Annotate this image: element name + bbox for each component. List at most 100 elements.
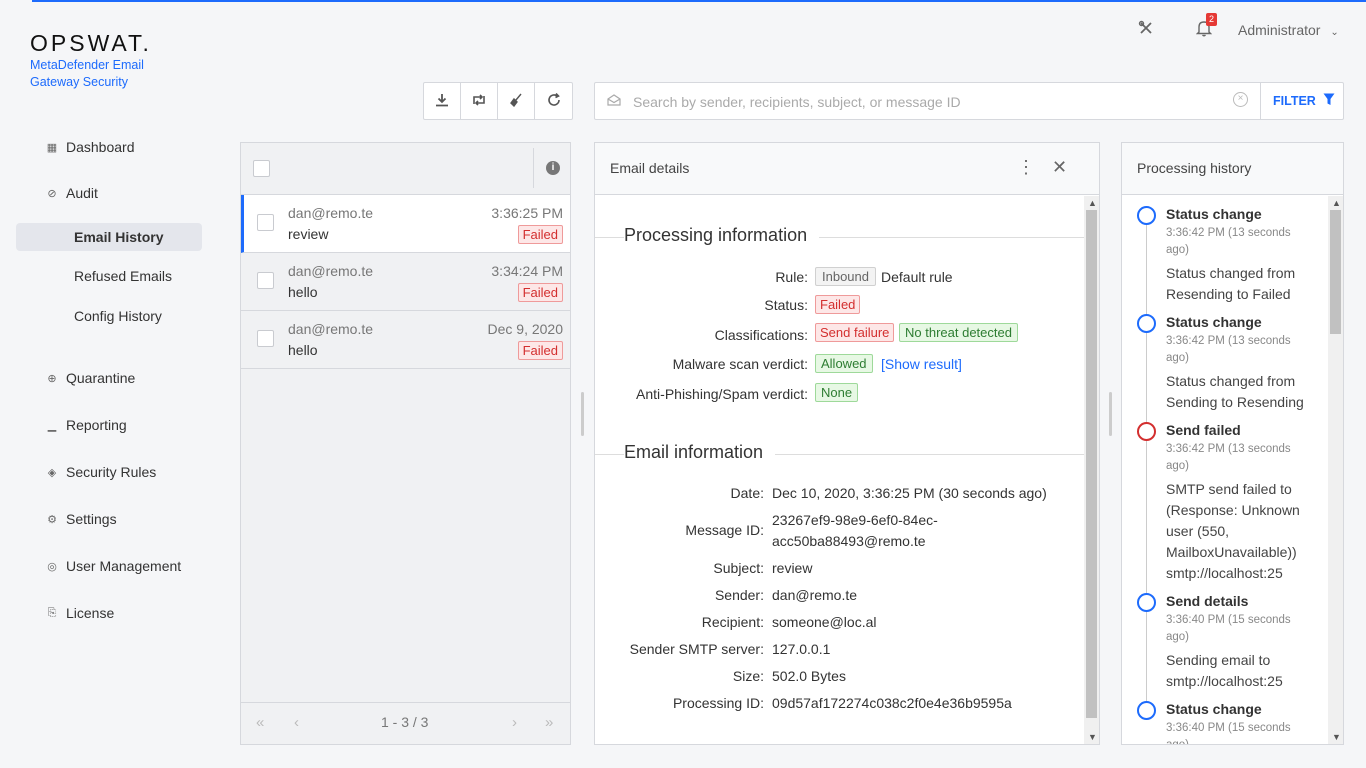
history-entry-time: 3:36:40 PM (15 seconds ago) [1166, 614, 1291, 643]
more-options-icon[interactable]: ⋮ [1017, 157, 1035, 178]
panel-title: Processing history [1137, 160, 1252, 176]
prev-page-icon[interactable]: ‹ [294, 714, 299, 731]
sidebar-item-user-management[interactable]: ◎ User Management [46, 558, 181, 574]
history-entry-desc: Sending email to smtp://localhost:25 [1166, 652, 1283, 689]
history-entry-desc: SMTP send failed to (Response: Unknown u… [1166, 481, 1300, 560]
row-checkbox[interactable] [257, 330, 274, 347]
clean-button[interactable] [498, 83, 535, 119]
reporting-icon: ▁ [47, 419, 57, 432]
dashboard-icon: ▦ [46, 141, 58, 154]
history-entry-title: Status change [1166, 314, 1262, 330]
quarantine-icon: ⊕ [47, 372, 57, 385]
timeline-line [1146, 223, 1147, 323]
sidebar-item-audit[interactable]: ⊘ Audit [46, 185, 98, 201]
retweet-icon [471, 93, 487, 110]
history-entry-title: Send details [1166, 593, 1249, 609]
email-time: 3:36:25 PM [491, 205, 563, 221]
timeline-line [1146, 610, 1147, 710]
opswat-logo: OPSWAT. [30, 30, 152, 56]
page-info: 1 - 3 / 3 [381, 714, 429, 730]
sender-value: dan@remo.te [772, 587, 858, 603]
refresh-button[interactable] [535, 83, 572, 119]
row-checkbox[interactable] [257, 272, 274, 289]
shield-icon: ◈ [47, 466, 57, 479]
user-menu[interactable]: Administrator ⌄ [1238, 22, 1339, 38]
email-subject: hello [288, 284, 318, 300]
processing-id-label: Processing ID: [672, 695, 764, 711]
resend-button[interactable] [461, 83, 498, 119]
tools-icon[interactable] [1138, 20, 1154, 41]
next-page-icon[interactable]: › [512, 714, 517, 731]
last-page-icon[interactable]: » [545, 714, 553, 731]
email-row[interactable]: dan@remo.te review 3:36:25 PM Failed [241, 195, 570, 253]
status-badge: Failed [815, 295, 861, 314]
history-entry-time: 3:36:40 PM (15 seconds ago) [1166, 722, 1291, 745]
email-row[interactable]: dan@remo.te hello Dec 9, 2020 Failed [241, 311, 570, 369]
clear-search-icon[interactable]: × [1233, 92, 1248, 107]
sidebar-item-license[interactable]: ⎘ License [46, 605, 115, 621]
timeline-dot [1137, 701, 1156, 720]
funnel-icon [1323, 84, 1335, 120]
details-scrollbar[interactable]: ▲ ▼ [1084, 196, 1099, 744]
envelope-icon [607, 93, 621, 109]
sidebar-item-reporting[interactable]: ▁ Reporting [46, 417, 127, 433]
download-button[interactable] [424, 83, 461, 119]
timeline-dot [1137, 593, 1156, 612]
message-id-value: 23267ef9-98e9-6ef0-84ec- [772, 512, 938, 528]
rule-tag: Inbound [815, 267, 876, 286]
audit-icon: ⊘ [47, 187, 57, 200]
sidebar-item-security-rules[interactable]: ◈ Security Rules [46, 464, 157, 480]
status-badge: Failed [517, 283, 563, 302]
first-page-icon[interactable]: « [256, 714, 264, 731]
email-time: 3:34:24 PM [491, 263, 563, 279]
date-value: Dec 10, 2020, 3:36:25 PM (30 seconds ago… [772, 485, 1047, 501]
processing-history-header: Processing history [1122, 143, 1343, 195]
sidebar-item-email-history[interactable]: Email History [16, 223, 202, 251]
sidebar-item-quarantine[interactable]: ⊕ Quarantine [46, 370, 135, 386]
history-entry-time: 3:36:42 PM (13 seconds ago) [1166, 227, 1291, 256]
broom-icon [509, 93, 523, 110]
resize-handle[interactable] [1109, 392, 1112, 436]
show-result-link[interactable]: [Show result] [881, 356, 962, 372]
timeline-dot [1137, 314, 1156, 333]
info-icon[interactable]: i [546, 161, 560, 175]
select-all-checkbox[interactable] [253, 160, 270, 177]
history-entry-desc: Status changed from Resending to Failed [1166, 265, 1296, 302]
email-row[interactable]: dan@remo.te hello 3:34:24 PM Failed [241, 253, 570, 311]
search-input[interactable] [633, 91, 1223, 113]
email-time: Dec 9, 2020 [487, 321, 564, 337]
close-icon[interactable]: ✕ [1052, 157, 1067, 178]
timeline-dot [1137, 206, 1156, 225]
filter-button[interactable]: FILTER [1260, 83, 1344, 119]
history-entry-desc: Status changed from Sending to Resending [1166, 373, 1304, 410]
malware-verdict-badge: Allowed [815, 354, 873, 373]
sidebar-item-config-history[interactable]: Config History [74, 308, 162, 324]
processing-id-value: 09d57af172274c038c2f0e4e36b9595a [772, 695, 1012, 711]
smtp-link[interactable]: smtp://localhost:25 [1166, 563, 1326, 584]
status-label: Status: [764, 297, 808, 313]
row-checkbox[interactable] [257, 214, 274, 231]
email-sender: dan@remo.te [288, 205, 374, 221]
history-scrollbar[interactable]: ▲ ▼ [1328, 196, 1343, 744]
gear-icon: ⚙ [47, 513, 57, 526]
sidebar-item-dashboard[interactable]: ▦ Dashboard [46, 139, 135, 155]
classification-badge: Send failure [815, 323, 895, 342]
refresh-icon [547, 92, 561, 110]
sidebar: OPSWAT. MetaDefender Email Gateway Secur… [0, 0, 220, 768]
user-icon: ◎ [47, 560, 57, 573]
spam-verdict-badge: None [815, 383, 859, 402]
spam-verdict-label: Anti-Phishing/Spam verdict: [636, 386, 808, 402]
size-label: Size: [732, 668, 764, 684]
resize-handle[interactable] [581, 392, 584, 436]
email-toolbar [423, 82, 573, 120]
top-accent-line [32, 0, 1366, 2]
smtp-server-label: Sender SMTP server: [629, 641, 764, 657]
sidebar-item-settings[interactable]: ⚙ Settings [46, 511, 117, 527]
timeline-dot-error [1137, 422, 1156, 441]
recipient-value: someone@loc.al [772, 614, 877, 630]
sidebar-item-refused-emails[interactable]: Refused Emails [74, 268, 172, 284]
history-entry-title: Send failed [1166, 422, 1241, 438]
header-divider [533, 148, 534, 188]
timeline-line [1146, 331, 1147, 431]
email-sender: dan@remo.te [288, 321, 374, 337]
